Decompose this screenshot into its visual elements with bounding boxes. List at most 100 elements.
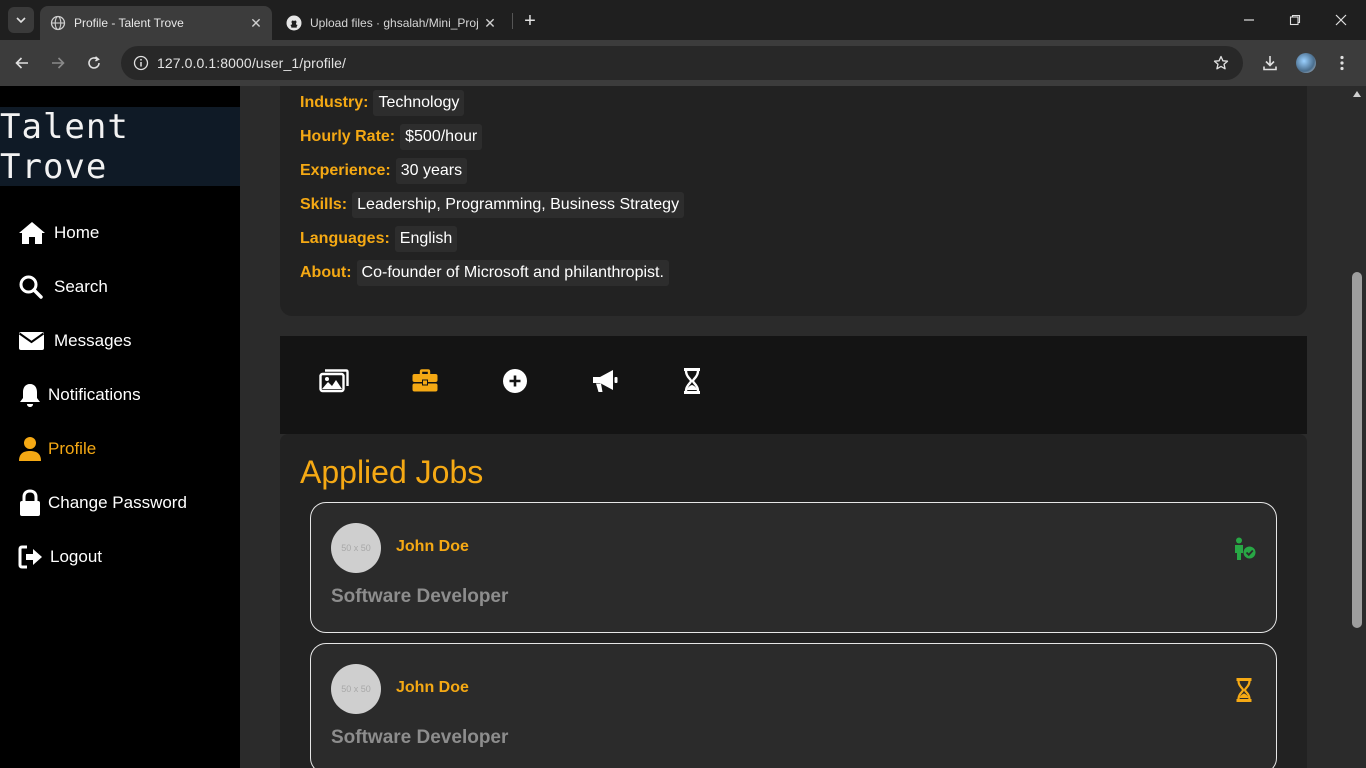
sidebar-item-label: Notifications <box>48 385 141 404</box>
download-button[interactable] <box>1258 51 1282 75</box>
chevron-down-icon <box>16 17 26 24</box>
plus-icon: + <box>524 9 536 32</box>
close-icon[interactable]: ✕ <box>246 13 266 33</box>
sidebar-item-logout[interactable]: Logout <box>18 541 102 573</box>
field-value: Technology <box>373 90 465 116</box>
field-label: Industry: <box>300 94 369 111</box>
page-scrollbar[interactable] <box>1348 86 1366 768</box>
url-text: 127.0.0.1:8000/user_1/profile/ <box>157 55 347 71</box>
brand-logo[interactable]: Talent Trove <box>0 107 240 187</box>
browser-toolbar: 127.0.0.1:8000/user_1/profile/ <box>0 40 1366 86</box>
scrollbar-thumb[interactable] <box>1352 272 1362 628</box>
profile-field-hourly-rate: Hourly Rate: $500/hour <box>300 123 483 151</box>
tab-portfolio[interactable] <box>318 366 350 396</box>
profile-field-about: About: Co-founder of Microsoft and phila… <box>300 259 669 287</box>
browser-tab-github[interactable]: Upload files · ghsalah/Mini_Proj ✕ <box>276 6 506 40</box>
home-icon <box>18 219 48 247</box>
field-value: Co-founder of Microsoft and philanthropi… <box>356 260 669 286</box>
sidebar-item-label: Search <box>54 277 108 296</box>
applicant-name[interactable]: John Doe <box>396 679 469 697</box>
job-title: Software Developer <box>331 586 509 607</box>
avatar: 50 x 50 <box>331 523 381 573</box>
field-label: Languages: <box>300 230 390 247</box>
avatar <box>1296 53 1316 73</box>
sidebar-item-label: Profile <box>48 439 97 458</box>
profile-field-experience: Experience: 30 years <box>300 157 468 185</box>
hourglass-icon <box>684 368 700 394</box>
logout-icon <box>18 543 44 571</box>
arrow-left-icon <box>15 57 28 69</box>
megaphone-icon <box>593 370 618 392</box>
tab-pending[interactable] <box>676 366 708 396</box>
close-icon <box>1335 14 1347 26</box>
job-title: Software Developer <box>331 727 509 748</box>
address-bar[interactable]: 127.0.0.1:8000/user_1/profile/ <box>121 46 1243 80</box>
globe-icon <box>50 15 66 31</box>
tab-announcements[interactable] <box>589 366 621 396</box>
sidebar-item-label: Change Password <box>48 493 187 512</box>
back-button[interactable] <box>8 49 36 77</box>
avatar: 50 x 50 <box>331 664 381 714</box>
job-card[interactable]: 50 x 50 John Doe Software Developer <box>310 502 1277 633</box>
sidebar: Talent Trove Home Search Messages Notifi <box>0 86 240 768</box>
new-tab-button[interactable]: + <box>518 9 542 33</box>
briefcase-icon <box>412 369 438 392</box>
restore-icon <box>1289 14 1301 26</box>
tab-title: Upload files · ghsalah/Mini_Proj <box>310 16 479 30</box>
page-viewport: Talent Trove Home Search Messages Notifi <box>0 86 1366 768</box>
profile-field-languages: Languages: English <box>300 225 458 253</box>
field-label: Experience: <box>300 162 391 179</box>
tab-add[interactable] <box>499 366 531 396</box>
job-card[interactable]: 50 x 50 John Doe Software Developer <box>310 643 1277 768</box>
profile-field-industry: Industry: Technology <box>300 89 465 117</box>
reload-button[interactable] <box>80 49 108 77</box>
user-check-icon <box>1235 537 1256 560</box>
sidebar-item-label: Messages <box>54 331 132 350</box>
sidebar-item-label: Home <box>54 223 100 242</box>
site-info-icon[interactable] <box>129 51 153 75</box>
github-icon <box>286 15 302 31</box>
close-window-button[interactable] <box>1318 0 1364 40</box>
sidebar-item-change-password[interactable]: Change Password <box>18 487 187 519</box>
profile-avatar-button[interactable] <box>1294 51 1318 75</box>
close-icon[interactable]: ✕ <box>480 13 500 33</box>
tab-applied-jobs[interactable] <box>409 366 441 396</box>
bell-icon <box>18 381 42 409</box>
minimize-icon <box>1244 19 1254 21</box>
scroll-up-icon[interactable] <box>1352 90 1362 98</box>
lock-icon <box>18 489 42 517</box>
field-label: About: <box>300 264 352 281</box>
applied-jobs-section: Applied Jobs 50 x 50 John Doe Software D… <box>280 434 1307 768</box>
applicant-name[interactable]: John Doe <box>396 538 469 556</box>
plus-circle-icon <box>503 369 527 393</box>
bookmark-star-icon[interactable] <box>1211 53 1231 73</box>
field-value: Leadership, Programming, Business Strate… <box>352 192 685 218</box>
field-value: English <box>394 226 458 252</box>
minimize-button[interactable] <box>1226 0 1272 40</box>
tab-search-button[interactable] <box>8 7 34 33</box>
status-pending <box>1230 676 1258 704</box>
sidebar-item-notifications[interactable]: Notifications <box>18 379 141 411</box>
forward-button[interactable] <box>44 49 72 77</box>
status-accepted <box>1230 535 1258 563</box>
menu-button[interactable] <box>1330 51 1354 75</box>
tab-title: Profile - Talent Trove <box>74 16 184 30</box>
section-heading: Applied Jobs <box>300 454 484 490</box>
profile-tab-strip <box>280 336 1307 434</box>
profile-details-card: Industry: Technology Hourly Rate: $500/h… <box>280 86 1307 316</box>
sidebar-item-search[interactable]: Search <box>18 271 108 303</box>
browser-tab-profile[interactable]: Profile - Talent Trove ✕ <box>40 6 272 40</box>
envelope-icon <box>18 327 48 355</box>
download-icon <box>1263 56 1277 71</box>
sidebar-item-profile[interactable]: Profile <box>18 433 96 465</box>
field-label: Skills: <box>300 196 348 213</box>
restore-button[interactable] <box>1272 0 1318 40</box>
sidebar-item-messages[interactable]: Messages <box>18 325 131 357</box>
field-label: Hourly Rate: <box>300 128 396 145</box>
kebab-menu-icon <box>1340 55 1344 71</box>
hourglass-icon <box>1236 678 1252 702</box>
search-icon <box>18 273 48 301</box>
sidebar-item-home[interactable]: Home <box>18 217 99 249</box>
profile-field-skills: Skills: Leadership, Programming, Busines… <box>300 191 685 219</box>
tab-separator <box>512 13 513 29</box>
